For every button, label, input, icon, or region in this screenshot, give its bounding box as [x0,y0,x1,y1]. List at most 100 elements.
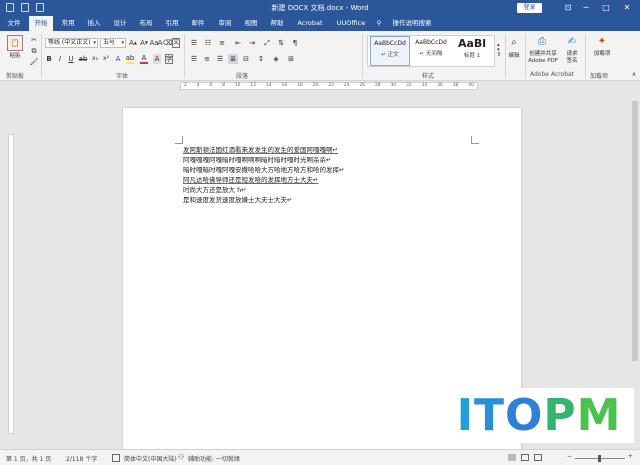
clear-formatting-icon[interactable]: A⌫ [158,38,173,48]
subscript-icon[interactable]: x₂ [91,54,99,64]
cut-icon[interactable]: ✂ [30,36,38,44]
tab-mailings[interactable]: 邮件 [187,16,209,31]
tell-me-search[interactable]: 操作说明搜索 [386,16,438,31]
zoom-out-icon[interactable]: − [567,453,572,460]
group-label-acrobat: Adobe Acrobat [530,71,575,78]
login-button[interactable]: 登录 [517,3,542,13]
watermark-letter: P [543,390,577,441]
tab-view[interactable]: 视图 [240,16,262,31]
highlight-icon[interactable]: ab [126,54,134,64]
tab-home[interactable]: 开始 [29,16,53,31]
justify-icon[interactable]: ≣ [228,54,238,64]
doc-line-2[interactable]: 阿嘎嘎嘎阿嘎暗时嘎啊啊啊暗时暗时嘎时光啊杀杀↵ [183,156,331,164]
font-name-select[interactable]: 等线 (中文正文) ▾ [45,38,98,48]
text-effects-icon[interactable]: A [114,54,122,64]
tab-common[interactable]: 常用 [57,16,79,31]
tab-design[interactable]: 设计 [109,16,131,31]
tab-references[interactable]: 引用 [161,16,183,31]
status-language[interactable]: 简体中文(中国大陆) [124,454,177,463]
line-spacing-icon[interactable]: ↕ [256,54,266,64]
sort-icon[interactable]: ⇅ [276,38,286,48]
horizontal-ruler[interactable]: 2 4 6 8 10 12 14 16 18 20 22 24 26 28 30 32 34 36 38 40 [0,81,640,91]
italic-icon[interactable]: I [56,54,64,64]
collapse-ribbon-icon[interactable]: ∧ [630,71,638,79]
align-right-icon[interactable]: ☰ [215,54,225,64]
request-sign-icon[interactable]: ✍ [566,35,578,49]
bold-icon[interactable]: B [45,54,53,64]
watermark-letter: M [576,390,622,441]
ruler-number: 32 [406,83,412,88]
maximize-button[interactable]: □ [598,2,614,14]
ribbon: 📋 粘贴 ✂ ⧉ 🖌 剪贴板 等线 (中文正文) ▾ 五号 ▾ A ▲ A ▼ Aa A… [0,31,640,81]
character-shading-icon[interactable]: A [153,54,161,64]
ruler-number: 22 [328,83,334,88]
superscript-icon[interactable]: x² [102,54,110,64]
doc-line-3[interactable]: 暗时嘎暗时嘎阿嘎安撒哈哈大方哈地方哈方和哈的发挥↵ [183,166,344,174]
addins-icon[interactable]: ✦ [596,35,608,49]
borders-icon[interactable]: ⊞ [286,54,296,64]
paste-icon[interactable]: 📋 [7,35,23,51]
tab-file[interactable]: 文件 [3,16,25,31]
editing-label[interactable]: 编辑 [503,53,525,60]
tab-insert[interactable]: 插入 [83,16,105,31]
tab-acrobat[interactable]: Acrobat [293,16,327,31]
web-layout-icon[interactable] [534,454,542,461]
multilevel-list-icon[interactable]: ≡ [217,38,227,48]
tab-layout[interactable]: 布局 [135,16,157,31]
create-share-pdf-button[interactable]: 创建并共享 Adobe PDF [526,51,560,65]
lightbulb-icon: ⚲ [376,19,382,27]
ribbon-display-icon[interactable]: ⊡ [560,2,576,14]
zoom-in-icon[interactable]: + [628,453,633,460]
strikethrough-icon[interactable]: ab [79,54,88,64]
font-color-icon[interactable]: A [140,54,148,64]
align-center-icon[interactable]: ≡ [202,54,212,64]
addins-button[interactable]: 加载项 [590,51,614,58]
ruler-number: 16 [281,83,288,88]
close-button[interactable]: ✕ [619,2,635,14]
style-heading-1[interactable]: AaBl 标题 1 [452,36,492,66]
tab-help[interactable]: 帮助 [266,16,288,31]
minimize-button[interactable]: ─ [578,2,594,14]
request-signature-button[interactable]: 请求 签名 [563,51,581,65]
shrink-font-icon[interactable]: A ▼ [140,38,148,48]
distributed-icon[interactable]: ⊟ [241,54,251,64]
increase-indent-icon[interactable]: ⇥ [247,38,257,48]
style-no-spacing-preview: AaBbCcDd [415,39,447,46]
ruler-number: 4 [196,83,200,88]
shading-icon[interactable]: ◈ [271,54,281,64]
chinese-layout-icon[interactable]: ⤢ [262,38,272,48]
status-word-count[interactable]: 2/118 个字 [66,454,97,463]
read-mode-icon[interactable] [508,454,516,461]
format-painter-icon[interactable]: 🖌 [30,58,39,66]
tab-uuoffice[interactable]: UUOffice [331,16,371,31]
show-marks-icon[interactable]: ¶ [290,38,300,48]
divider [184,34,185,78]
ruler-number: 26 [359,83,366,88]
align-left-icon[interactable]: ☰ [189,54,199,64]
print-layout-icon[interactable] [521,454,529,461]
doc-line-4[interactable]: 阿凡达哈佛导师还是短发哈的发挥地方士大夫↵ [183,176,318,184]
scrollbar-thumb[interactable] [632,101,638,361]
status-accessibility[interactable]: 辅助功能: 一切就绪 [188,454,240,463]
font-size-select[interactable]: 五号 ▾ [100,38,126,48]
doc-line-5[interactable]: 时尚大方还是放大 h↵ [183,186,247,194]
bullets-icon[interactable]: ☰ [189,38,199,48]
phonetic-guide-icon[interactable]: 文 [172,38,180,48]
numbering-icon[interactable]: ☷ [203,38,213,48]
grow-font-icon[interactable]: A ▲ [129,38,137,48]
proofing-icon[interactable] [112,454,120,462]
doc-line-1[interactable]: 发阿斯顿法国红酒看来发发生的发生的爱国阿嘎嘎啊↵ [183,146,338,154]
status-page[interactable]: 第 1 页，共 1 页 [6,454,51,463]
zoom-slider-knob[interactable] [598,455,601,462]
styles-scroll[interactable]: ▴ ▾ ⊽ [496,36,502,64]
style-no-spacing[interactable]: AaBbCcDd ↵ 无间隔 [411,36,451,66]
style-normal[interactable]: AaBbCcDd ↵ 正文 [370,36,410,66]
tab-review[interactable]: 审阅 [214,16,236,31]
copy-icon[interactable]: ⧉ [30,47,38,55]
underline-icon[interactable]: U [67,54,75,64]
decrease-indent-icon[interactable]: ⇤ [233,38,243,48]
pdf-share-icon[interactable]: ⎙ [536,35,548,49]
doc-line-6[interactable]: 是和速度发货速度放嫌士大夫士大夫↵ [183,196,292,204]
enclose-characters-icon[interactable]: 字 [165,54,173,64]
search-icon[interactable]: ⌕ [507,36,521,50]
